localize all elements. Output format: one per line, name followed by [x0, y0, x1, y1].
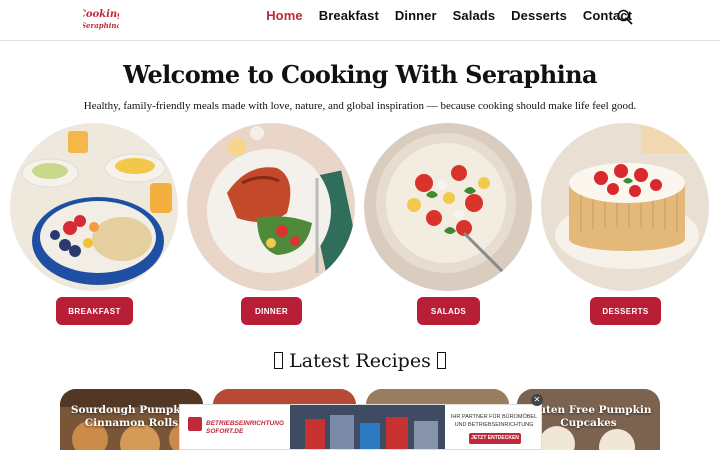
dinner-image[interactable] [187, 123, 355, 291]
nav-desserts[interactable]: Desserts [511, 8, 567, 23]
advertisement-banner[interactable]: BETRIEBSEINRICHTUNG SOFORT.DE IHR PARTNE… [179, 404, 542, 450]
category-salads: SALADS [364, 123, 532, 333]
latest-recipes-title: Latest Recipes [289, 350, 431, 372]
placeholder-glyph-icon [274, 352, 284, 369]
latest-recipes-heading: Latest Recipes [0, 350, 720, 372]
nav-home[interactable]: Home [266, 8, 303, 23]
nav-salads[interactable]: Salads [453, 8, 496, 23]
category-dinner: DINNER [187, 123, 355, 333]
page-subtitle: Healthy, family-friendly meals made with… [83, 100, 637, 112]
ad-cta-button[interactable]: JETZT ENTDECKEN [469, 433, 521, 444]
category-desserts: DESSERTS [541, 123, 709, 333]
nav-dinner[interactable]: Dinner [395, 8, 437, 23]
breakfast-image[interactable] [10, 123, 178, 291]
desserts-button[interactable]: DESSERTS [590, 297, 661, 325]
ad-brand: BETRIEBSEINRICHTUNG SOFORT.DE [206, 420, 285, 435]
placeholder-glyph-icon [436, 352, 446, 369]
page-title: Welcome to Cooking With Seraphina [123, 60, 597, 89]
site-logo[interactable]: Cooking Seraphina [83, 5, 119, 33]
salads-image[interactable] [364, 123, 532, 291]
salads-button[interactable]: SALADS [417, 297, 480, 325]
logo-text-bottom: Seraphina [83, 21, 119, 30]
main-nav: Home Breakfast Dinner Salads Desserts Co… [266, 8, 632, 23]
dinner-button[interactable]: DINNER [241, 297, 302, 325]
site-header: Cooking Seraphina Home Breakfast Dinner … [0, 0, 720, 41]
ad-close-icon[interactable]: ✕ [531, 394, 543, 406]
nav-breakfast[interactable]: Breakfast [319, 8, 379, 23]
logo-text-top: Cooking [83, 9, 119, 20]
category-breakfast: BREAKFAST [10, 123, 178, 333]
ad-line-1: IHR PARTNER FÜR BÜROMÖBEL [450, 414, 538, 420]
breakfast-button[interactable]: BREAKFAST [56, 297, 133, 325]
search-icon[interactable] [617, 9, 633, 25]
desserts-image[interactable] [541, 123, 709, 291]
ad-line-2: UND BETRIEBSEINRICHTUNG [454, 422, 534, 428]
